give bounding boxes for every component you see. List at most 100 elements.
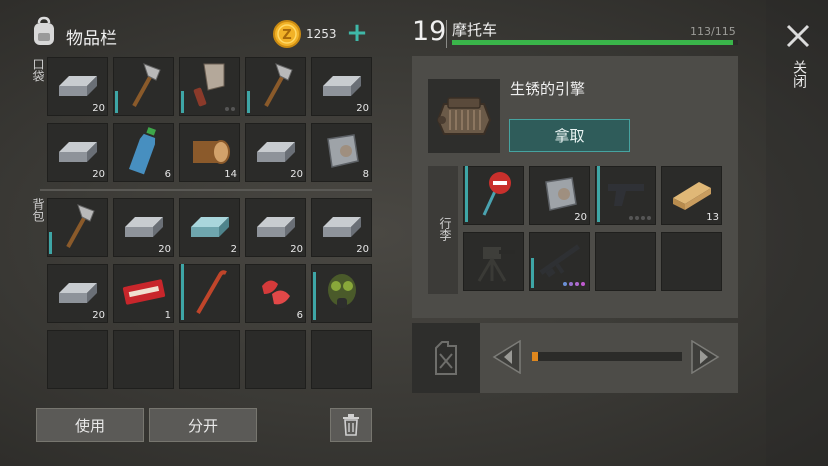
durability-bar [115,91,118,113]
pocket-slot[interactable]: 6 [113,123,174,182]
mod-dot [641,216,645,220]
backpack-slot[interactable] [179,264,240,323]
pocket-slot[interactable]: 20 [47,57,108,116]
item-quantity: 6 [164,169,171,180]
cargo-slot[interactable] [595,166,656,225]
add-coins-button[interactable]: + [345,20,369,46]
empty-slot[interactable] [179,330,240,389]
item-quantity: 1 [164,310,171,321]
item-quantity: 20 [574,212,587,223]
pocket-slot[interactable] [113,57,174,116]
durability-bar [465,166,468,222]
fuel-decrease-button[interactable] [492,339,522,375]
mod-dots [629,216,651,220]
item-quantity: 20 [158,244,171,255]
item-quantity: 20 [92,310,105,321]
mod-dot [563,282,567,286]
backpack-slot[interactable] [47,198,108,257]
durability-bar [49,232,52,254]
iron-bar-icon [121,211,167,245]
assault-rifle-icon [535,240,585,284]
durability-bar [181,91,184,113]
mod-dots [225,107,235,111]
backpack-slot[interactable]: 20 [113,198,174,257]
mod-dot [569,282,573,286]
item-quantity: 8 [362,169,369,180]
iron-bar-icon [253,136,299,170]
iron-bar-icon [319,70,365,104]
metal-plate-icon [322,131,362,175]
chevron-right-icon [691,339,720,375]
durability-bar [313,272,316,320]
close-button[interactable] [784,22,812,50]
mod-dot [231,107,235,111]
trash-button[interactable] [330,408,372,442]
gas-mask-icon [320,270,364,318]
backpack-slot[interactable]: 20 [311,198,372,257]
backpack-slot[interactable]: 20 [245,198,306,257]
aluminium-bar-icon [187,211,233,245]
hatchet-icon [58,201,98,255]
close-icon [786,24,810,48]
fuel-slider-track[interactable] [532,352,682,361]
pocket-slot[interactable] [179,57,240,116]
coin-icon: Z [273,20,301,48]
log-icon [187,133,233,173]
use-button[interactable]: 使用 [36,408,144,442]
engine-part-slot[interactable] [428,79,500,153]
pocket-slot[interactable]: 20 [47,123,108,182]
empty-slot[interactable] [113,330,174,389]
mod-dot [647,216,651,220]
mod-dot [635,216,639,220]
durability-bar [247,91,250,113]
mod-dot [581,282,585,286]
coin-count: 1253 [306,27,337,41]
backpack-slot[interactable]: 1 [113,264,174,323]
cargo-slot[interactable] [661,232,722,291]
pocket-slot[interactable]: 20 [311,57,372,116]
durability-bar [597,166,600,222]
fuel-slot[interactable] [412,323,480,393]
item-quantity: 6 [296,310,303,321]
vehicle-durability-bar [452,40,738,45]
empty-slot[interactable] [311,330,372,389]
take-button[interactable]: 拿取 [509,119,630,152]
pocket-slot[interactable] [245,57,306,116]
backpack-slot[interactable]: 2 [179,198,240,257]
crowbar-icon [190,267,230,321]
raw-meat-icon [256,272,296,316]
empty-slot[interactable] [245,330,306,389]
durability-bar [531,258,534,288]
cargo-slot[interactable] [595,232,656,291]
hatchet-icon [124,60,164,114]
backpack-icon [30,16,58,48]
pocket-slot[interactable]: 14 [179,123,240,182]
cargo-slot[interactable]: 20 [529,166,590,225]
item-quantity: 20 [92,103,105,114]
empty-slot[interactable] [47,330,108,389]
mod-dot [629,216,633,220]
mod-dots [563,282,585,286]
pocket-slot[interactable]: 20 [245,123,306,182]
split-button[interactable]: 分开 [149,408,257,442]
trash-icon [343,414,359,436]
cargo-label: 行李 [438,217,452,241]
durability-bar [181,264,184,320]
cargo-slot[interactable] [529,232,590,291]
iron-bar-icon [253,211,299,245]
backpack-slot[interactable] [311,264,372,323]
item-quantity: 13 [706,212,719,223]
cargo-slot[interactable] [463,166,524,225]
backpack-slot[interactable]: 6 [245,264,306,323]
backpack-slot[interactable]: 20 [47,264,108,323]
cargo-slot[interactable] [463,232,524,291]
fuel-increase-button[interactable] [690,339,720,375]
pocket-label: 口袋 [31,58,45,82]
engine-part-name: 生锈的引擎 [510,80,586,98]
stop-sign-icon [474,169,514,223]
close-label[interactable]: 关闭 [789,60,809,88]
pocket-slot[interactable]: 8 [311,123,372,182]
cargo-slot[interactable]: 13 [661,166,722,225]
water-bottle-icon [128,125,159,181]
wooden-plank-icon [669,176,715,216]
